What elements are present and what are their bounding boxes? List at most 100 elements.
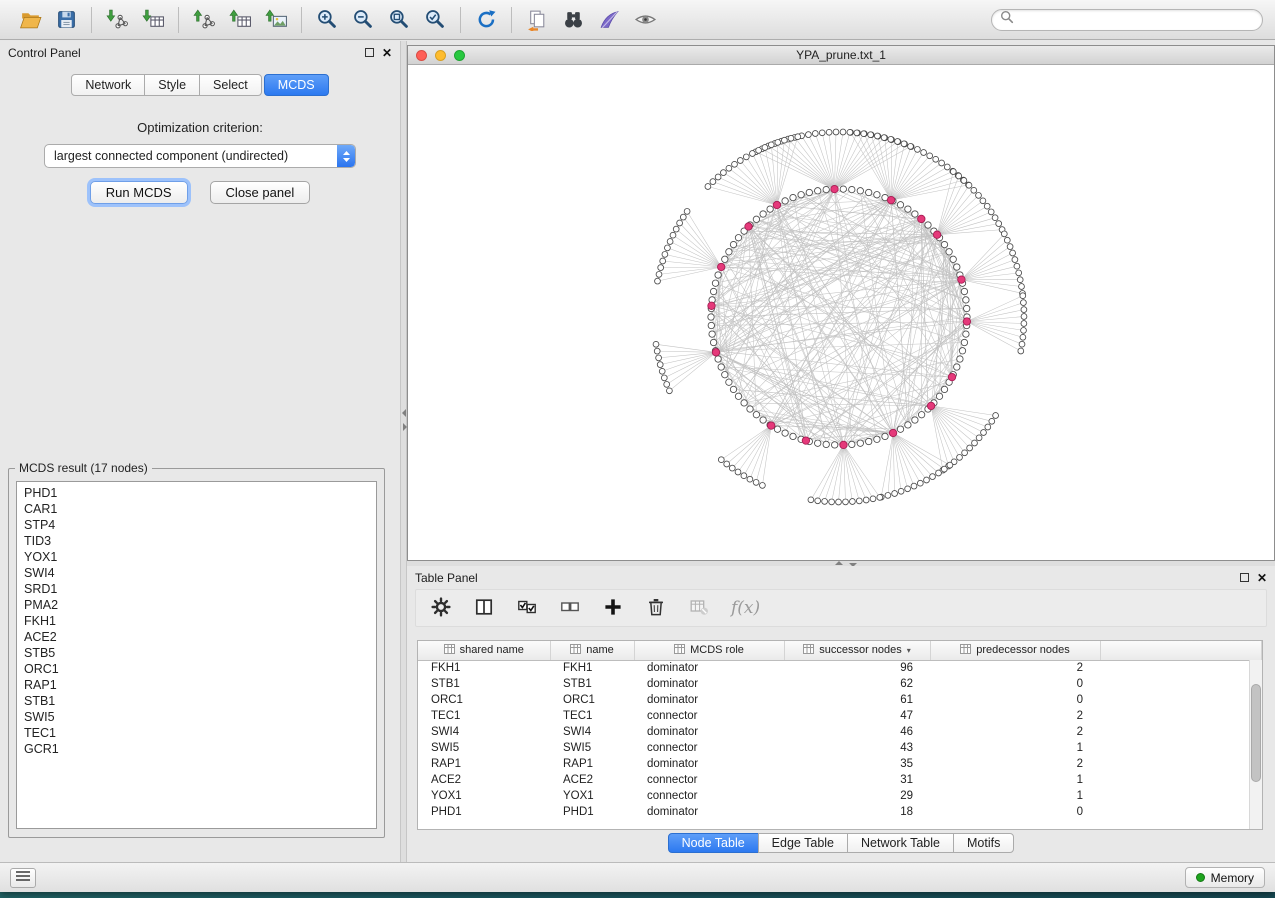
window-maximize-icon[interactable]: [454, 50, 465, 61]
result-node-item[interactable]: YOX1: [24, 549, 369, 565]
table-row[interactable]: YOX1YOX1connector291: [418, 788, 1262, 804]
tab-edge-table[interactable]: Edge Table: [758, 833, 848, 853]
search-network-button[interactable]: [555, 4, 591, 36]
save-session-button[interactable]: [48, 4, 84, 36]
result-node-item[interactable]: TEC1: [24, 725, 369, 741]
table-row[interactable]: RAP1RAP1dominator352: [418, 756, 1262, 772]
cell-shared-name: RAP1: [418, 756, 550, 772]
show-columns-button[interactable]: [471, 595, 497, 621]
export-image-button[interactable]: [258, 4, 294, 36]
tab-mcds[interactable]: MCDS: [264, 74, 329, 96]
result-node-item[interactable]: STP4: [24, 517, 369, 533]
memory-button[interactable]: Memory: [1185, 867, 1265, 888]
result-node-item[interactable]: CAR1: [24, 501, 369, 517]
table-panel-title: Table Panel: [415, 571, 478, 585]
result-node-item[interactable]: SRD1: [24, 581, 369, 597]
result-node-item[interactable]: SWI5: [24, 709, 369, 725]
close-mcds-panel-button[interactable]: Close panel: [210, 181, 311, 204]
delete-table-button[interactable]: [686, 595, 712, 621]
result-node-item[interactable]: RAP1: [24, 677, 369, 693]
export-table-button[interactable]: [222, 4, 258, 36]
node-table[interactable]: shared name name MCDS role successor nod…: [417, 640, 1263, 830]
table-row[interactable]: SWI5SWI5connector431: [418, 740, 1262, 756]
import-network-button[interactable]: [99, 4, 135, 36]
column-header-shared-name[interactable]: shared name: [418, 641, 550, 660]
search-box[interactable]: [991, 9, 1263, 31]
column-header-mcds-role[interactable]: MCDS role: [634, 641, 784, 660]
table-scrollbar[interactable]: [1249, 660, 1262, 829]
create-column-button[interactable]: [600, 595, 626, 621]
search-input[interactable]: [1019, 13, 1254, 27]
result-node-item[interactable]: TID3: [24, 533, 369, 549]
status-menu-button[interactable]: [10, 868, 36, 888]
cell-name: RAP1: [550, 756, 634, 772]
scrollbar-thumb[interactable]: [1251, 684, 1261, 782]
mcds-result-list[interactable]: PHD1CAR1STP4TID3YOX1SWI4SRD1PMA2FKH1ACE2…: [16, 481, 377, 829]
table-row[interactable]: SWI4SWI4dominator462: [418, 724, 1262, 740]
unchecked-boxes-icon: [559, 596, 581, 621]
cell-filler: [1100, 788, 1262, 804]
column-grid-icon: [960, 644, 971, 657]
export-network-icon: [193, 8, 216, 31]
panel-splitter-vertical[interactable]: [400, 41, 407, 862]
zoom-out-button[interactable]: [345, 4, 381, 36]
collapse-up-icon[interactable]: [835, 557, 843, 565]
deselect-all-columns-button[interactable]: [557, 595, 583, 621]
cell-name: PHD1: [550, 804, 634, 820]
table-row[interactable]: ORC1ORC1dominator610: [418, 692, 1262, 708]
open-file-button[interactable]: [12, 4, 48, 36]
refresh-view-button[interactable]: [468, 4, 504, 36]
function-builder-label[interactable]: f(x): [731, 598, 760, 618]
column-header-successor-nodes[interactable]: successor nodes▾: [784, 641, 930, 660]
table-row[interactable]: STB1STB1dominator620: [418, 676, 1262, 692]
select-all-columns-button[interactable]: [514, 595, 540, 621]
zoom-selected-button[interactable]: [417, 4, 453, 36]
result-node-item[interactable]: ORC1: [24, 661, 369, 677]
close-panel-icon[interactable]: ✕: [382, 48, 392, 58]
close-table-panel-icon[interactable]: ✕: [1257, 573, 1267, 583]
result-node-item[interactable]: FKH1: [24, 613, 369, 629]
table-row[interactable]: PHD1PHD1dominator180: [418, 804, 1262, 820]
cell-name: SWI5: [550, 740, 634, 756]
zoom-fit-button[interactable]: [381, 4, 417, 36]
result-node-item[interactable]: SWI4: [24, 565, 369, 581]
table-settings-button[interactable]: [428, 595, 454, 621]
column-header-predecessor-nodes[interactable]: predecessor nodes: [930, 641, 1100, 660]
delete-column-button[interactable]: [643, 595, 669, 621]
tab-style[interactable]: Style: [144, 74, 200, 96]
collapse-left-icon[interactable]: [398, 409, 406, 417]
criterion-dropdown[interactable]: largest connected component (undirected): [44, 144, 356, 168]
table-row[interactable]: ACE2ACE2connector311: [418, 772, 1262, 788]
cell-filler: [1100, 740, 1262, 756]
tab-network-table[interactable]: Network Table: [847, 833, 954, 853]
run-mcds-button[interactable]: Run MCDS: [90, 181, 188, 204]
import-table-button[interactable]: [135, 4, 171, 36]
result-node-item[interactable]: STB5: [24, 645, 369, 661]
column-label: predecessor nodes: [976, 644, 1070, 656]
network-canvas[interactable]: [408, 65, 1274, 560]
tab-select[interactable]: Select: [199, 74, 262, 96]
float-window-icon[interactable]: [365, 48, 374, 57]
tab-node-table[interactable]: Node Table: [668, 833, 759, 853]
result-node-item[interactable]: PHD1: [24, 485, 369, 501]
tab-network[interactable]: Network: [71, 74, 145, 96]
export-network-button[interactable]: [186, 4, 222, 36]
result-node-item[interactable]: STB1: [24, 693, 369, 709]
window-minimize-icon[interactable]: [435, 50, 446, 61]
table-row[interactable]: TEC1TEC1connector472: [418, 708, 1262, 724]
window-close-icon[interactable]: [416, 50, 427, 61]
table-row[interactable]: FKH1FKH1dominator962: [418, 660, 1262, 676]
apply-style-button[interactable]: [591, 4, 627, 36]
network-window-titlebar[interactable]: YPA_prune.txt_1: [408, 46, 1274, 65]
column-header-name[interactable]: name: [550, 641, 634, 660]
clone-network-button[interactable]: [519, 4, 555, 36]
result-node-item[interactable]: ACE2: [24, 629, 369, 645]
zoom-in-button[interactable]: [309, 4, 345, 36]
result-node-item[interactable]: GCR1: [24, 741, 369, 757]
float-table-panel-icon[interactable]: [1240, 573, 1249, 582]
control-panel: Control Panel ✕ NetworkStyleSelectMCDS O…: [0, 41, 400, 862]
tab-motifs[interactable]: Motifs: [953, 833, 1014, 853]
toolbar-separator: [460, 7, 461, 33]
show-graphics-details-button[interactable]: [627, 4, 663, 36]
result-node-item[interactable]: PMA2: [24, 597, 369, 613]
